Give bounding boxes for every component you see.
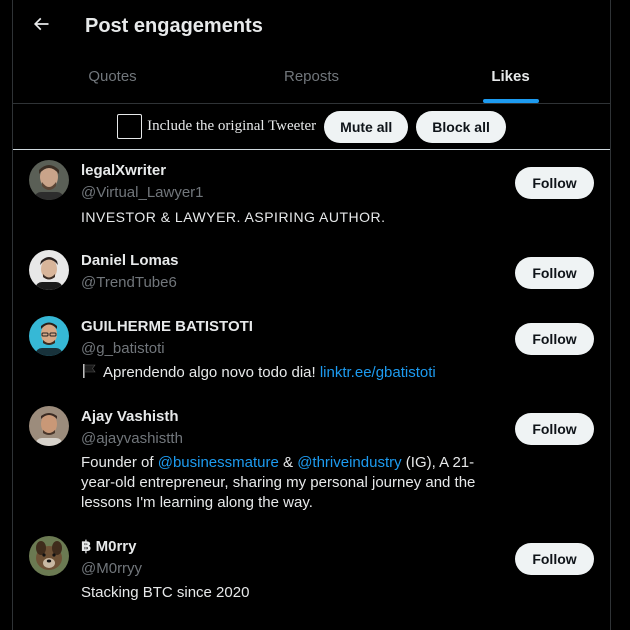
- include-original-label: Include the original Tweeter: [147, 118, 317, 134]
- user-cell[interactable]: Ajay Vashisth @ajayvashistth Founder of …: [13, 396, 610, 526]
- tab-label: Likes: [491, 68, 530, 85]
- user-bio: Stacking BTC since 2020: [81, 584, 250, 601]
- arrow-left-icon: [33, 17, 49, 31]
- display-name[interactable]: Ajay Vashisth: [81, 407, 504, 427]
- include-original-toggle[interactable]: Include the original Tweeter: [117, 114, 316, 139]
- bio-text: Aprendendo algo novo todo dia!: [103, 364, 320, 381]
- avatar[interactable]: [29, 316, 69, 356]
- include-original-checkbox[interactable]: [117, 114, 143, 139]
- avatar[interactable]: [29, 536, 69, 576]
- user-cell[interactable]: ฿ M0rry @M0rryy Stacking BTC since 2020 …: [13, 526, 610, 616]
- user-handle[interactable]: @Virtual_Lawyer1: [81, 183, 504, 203]
- tab-reposts[interactable]: Reposts: [212, 50, 411, 103]
- header: Post engagements: [13, 0, 610, 50]
- mention-link[interactable]: @thriveindustry: [297, 454, 401, 471]
- black-flag-icon: [83, 364, 96, 378]
- avatar[interactable]: [29, 406, 69, 446]
- user-cell[interactable]: GUILHERME BATISTOTI @g_batistoti Aprende…: [13, 306, 610, 396]
- block-all-button[interactable]: Block all: [416, 110, 506, 143]
- avatar[interactable]: [29, 160, 69, 200]
- display-name[interactable]: ฿ M0rry: [81, 537, 504, 557]
- bio-text: Founder of: [81, 454, 158, 471]
- mute-all-button[interactable]: Mute all: [324, 110, 409, 143]
- tab-bar: Quotes Reposts Likes: [13, 50, 610, 104]
- display-name[interactable]: GUILHERME BATISTOTI: [81, 317, 504, 337]
- display-name[interactable]: Daniel Lomas: [81, 251, 504, 271]
- display-name[interactable]: legalXwriter: [81, 161, 504, 181]
- tab-likes[interactable]: Likes: [411, 50, 610, 103]
- page-title: Post engagements: [85, 15, 263, 37]
- back-button[interactable]: [27, 10, 55, 38]
- follow-button[interactable]: Follow: [515, 167, 594, 199]
- follow-button[interactable]: Follow: [515, 413, 594, 445]
- bio-link[interactable]: linktr.ee/gbatistoti: [320, 364, 436, 381]
- follow-button[interactable]: Follow: [515, 257, 594, 289]
- user-cell[interactable]: legalXwriter @Virtual_Lawyer1 INVESTOR &…: [13, 150, 610, 240]
- user-cell[interactable]: Daniel Lomas @TrendTube6 Follow: [13, 240, 610, 306]
- follow-button[interactable]: Follow: [515, 543, 594, 575]
- engagements-column: Post engagements Quotes Reposts Likes In…: [12, 0, 611, 630]
- user-bio: Founder of @businessmature & @thriveindu…: [81, 453, 504, 513]
- bulk-actions-toolbar: Include the original Tweeter Mute all Bl…: [13, 104, 610, 150]
- avatar[interactable]: [29, 250, 69, 290]
- user-handle[interactable]: @M0rryy: [81, 559, 504, 579]
- tab-label: Quotes: [88, 68, 137, 85]
- bio-text: &: [278, 454, 298, 471]
- user-handle[interactable]: @TrendTube6: [81, 273, 504, 293]
- user-handle[interactable]: @ajayvashistth: [81, 429, 504, 449]
- mention-link[interactable]: @businessmature: [158, 454, 279, 471]
- follow-button[interactable]: Follow: [515, 323, 594, 355]
- user-handle[interactable]: @g_batistoti: [81, 339, 504, 359]
- tab-label: Reposts: [283, 68, 340, 85]
- user-bio: Aprendendo algo novo todo dia! linktr.ee…: [81, 363, 504, 383]
- active-tab-indicator: [482, 99, 539, 103]
- tab-quotes[interactable]: Quotes: [13, 50, 212, 103]
- user-bio: INVESTOR & LAWYER. ASPIRING AUTHOR.: [81, 209, 386, 225]
